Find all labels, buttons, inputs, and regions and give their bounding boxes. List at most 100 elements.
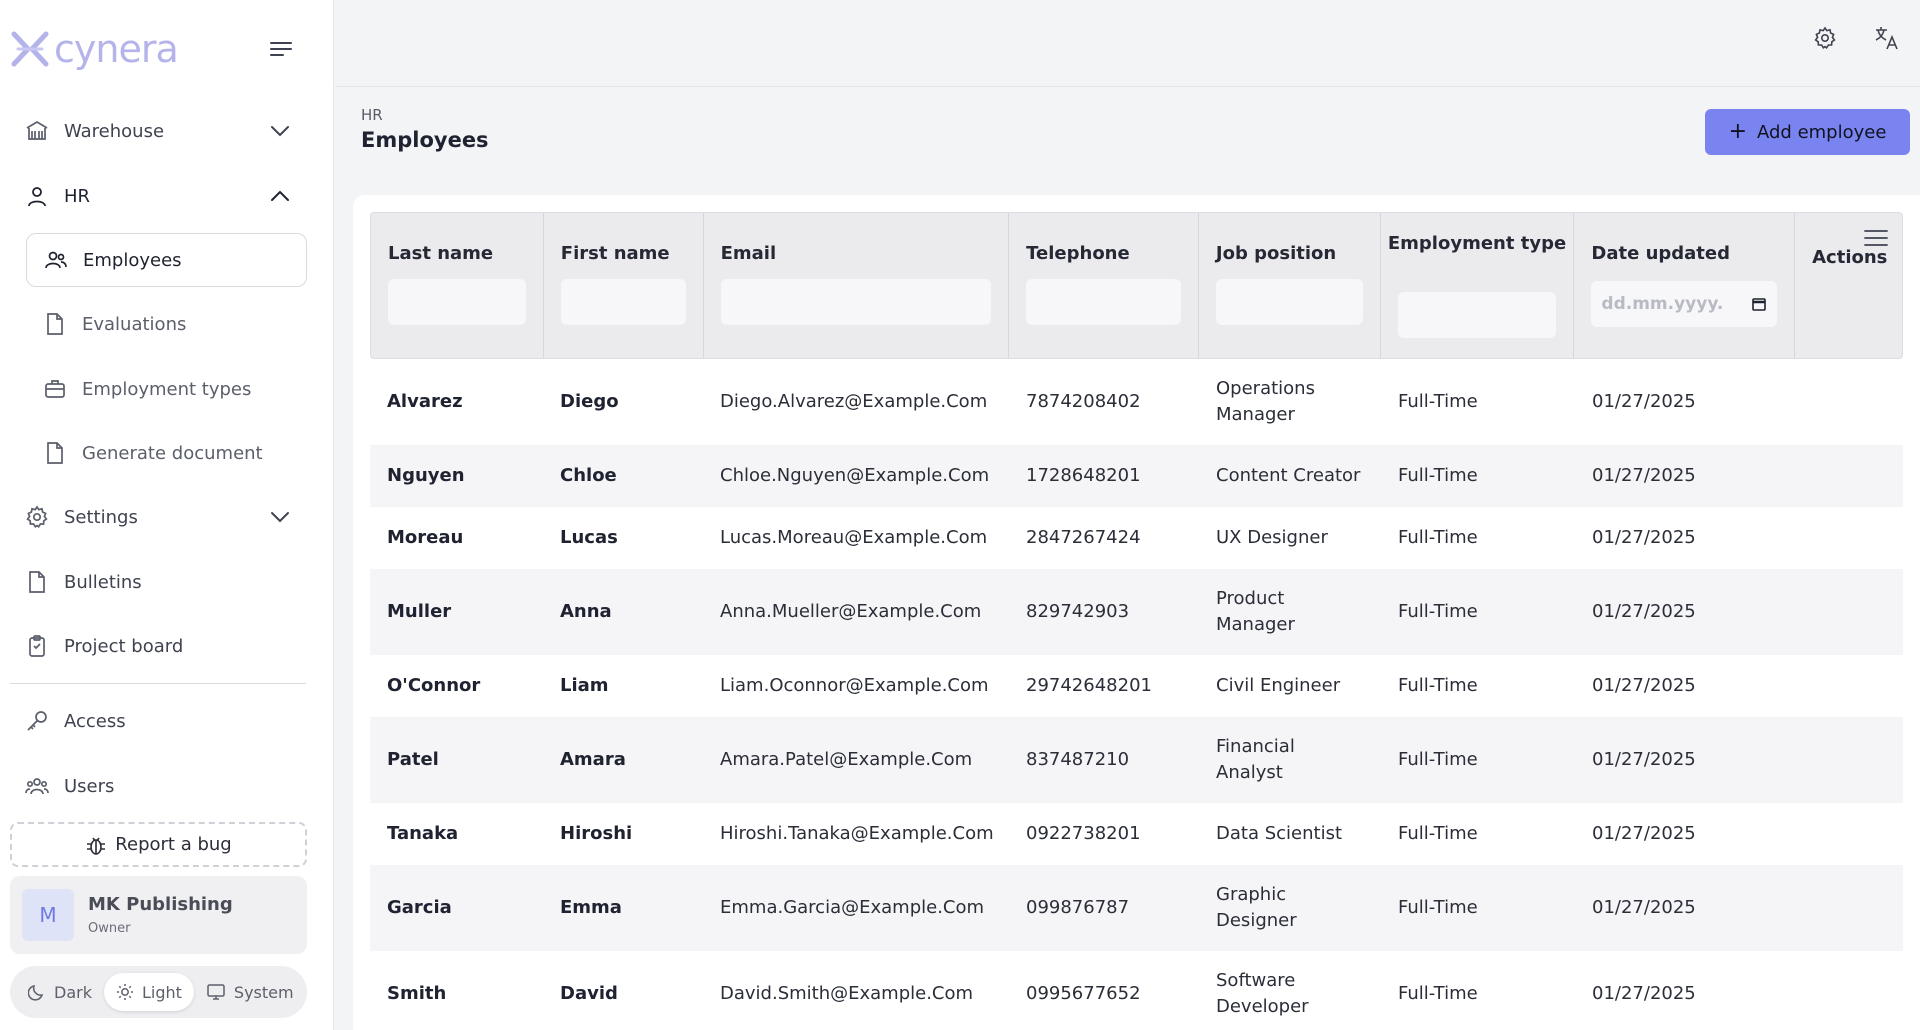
report-bug-button[interactable]: Report a bug xyxy=(10,822,307,867)
monitor-icon xyxy=(206,983,226,1001)
breadcrumb[interactable]: HR xyxy=(361,106,383,124)
sidebar-collapse-button[interactable] xyxy=(268,38,294,60)
table-row[interactable]: Nguyen Chloe Chloe.Nguyen@Example.Com 17286… xyxy=(370,445,1903,507)
theme-dark-option[interactable]: Dark xyxy=(16,973,104,1011)
sidebar-item-employees[interactable]: Employees xyxy=(26,233,307,287)
language-button[interactable] xyxy=(1871,22,1903,54)
column-menu-icon[interactable] xyxy=(1864,229,1888,252)
telephone-filter-input[interactable] xyxy=(1026,279,1181,325)
users-group-icon xyxy=(24,773,50,799)
theme-switcher: Dark Light System xyxy=(10,966,307,1018)
last-name-cell: O'Connor xyxy=(387,675,481,696)
employment-type-filter-input[interactable] xyxy=(1397,292,1557,338)
job-position-filter-input[interactable] xyxy=(1215,279,1363,325)
table-row[interactable]: Tanaka Hiroshi Hiroshi.Tanaka@Example.Com 0… xyxy=(370,803,1903,865)
employment-type-cell: Full-Time xyxy=(1398,527,1478,548)
column-header-label: Job position xyxy=(1215,243,1337,264)
cynera-logo-icon xyxy=(11,31,49,67)
telephone-cell: 7874208402 xyxy=(1026,391,1141,412)
date-filter-input[interactable]: dd.mm.yyyy. xyxy=(1591,281,1778,327)
employees-table: Last name First name Email Telephone Job… xyxy=(370,212,1903,1030)
table-row[interactable]: Patel Amara Amara.Patel@Example.Com 8374872… xyxy=(370,717,1903,803)
last-name-cell: Smith xyxy=(387,983,447,1004)
first-name-cell: Hiroshi xyxy=(560,823,633,844)
table-row[interactable]: Moreau Lucas Lucas.Moreau@Example.Com 28472… xyxy=(370,507,1903,569)
gear-icon xyxy=(1814,26,1836,49)
email-cell: Diego.Alvarez@Example.Com xyxy=(720,391,988,412)
job-position-cell: Graphic Designer xyxy=(1216,884,1297,931)
document-icon xyxy=(24,569,50,595)
table-row[interactable]: Alvarez Diego Diego.Alvarez@Example.Com 787… xyxy=(370,359,1903,445)
job-position-cell: Civil Engineer xyxy=(1216,675,1341,696)
last-name-filter-input[interactable] xyxy=(388,279,526,325)
sidebar-item-generate-document[interactable]: Generate document xyxy=(26,426,307,480)
column-email[interactable]: Email xyxy=(704,213,1010,358)
column-job-position[interactable]: Job position xyxy=(1199,213,1381,358)
table-row[interactable]: Garcia Emma Emma.Garcia@Example.Com 0998767… xyxy=(370,865,1903,951)
sun-icon xyxy=(116,983,134,1001)
sidebar-item-evaluations[interactable]: Evaluations xyxy=(26,297,307,351)
theme-light-option[interactable]: Light xyxy=(103,973,194,1011)
table-row[interactable]: Muller Anna Anna.Mueller@Example.Com 829742… xyxy=(370,569,1903,655)
sidebar-item-label: Project board xyxy=(64,635,184,657)
column-header-label: Date updated xyxy=(1591,243,1731,264)
cynera-logo[interactable]: cynera xyxy=(10,28,179,70)
sidebar-item-users[interactable]: Users xyxy=(24,762,298,810)
job-position-cell: Product Manager xyxy=(1216,588,1295,635)
sidebar-item-bulletins[interactable]: Bulletins xyxy=(24,558,298,606)
last-name-cell: Tanaka xyxy=(387,823,459,844)
sidebar-item-label: Evaluations xyxy=(82,313,187,335)
first-name-cell: Emma xyxy=(560,897,622,918)
first-name-cell: Liam xyxy=(560,675,609,696)
sidebar-item-hr[interactable]: HR xyxy=(24,172,298,220)
first-name-filter-input[interactable] xyxy=(560,279,686,325)
page-title: Employees xyxy=(361,128,489,152)
telephone-cell: 0995677652 xyxy=(1026,983,1141,1004)
sidebar-item-employment-types[interactable]: Employment types xyxy=(26,362,307,416)
sidebar-item-settings[interactable]: Settings xyxy=(24,493,298,541)
column-last-name[interactable]: Last name xyxy=(371,213,544,358)
sidebar-item-label: Bulletins xyxy=(64,571,142,593)
add-employee-label: Add employee xyxy=(1757,121,1887,143)
telephone-cell: 1728648201 xyxy=(1026,465,1141,486)
table-row[interactable]: Smith David David.Smith@Example.Com 0995677… xyxy=(370,951,1903,1030)
telephone-cell: 0922738201 xyxy=(1026,823,1141,844)
avatar: M xyxy=(22,889,74,941)
job-position-cell: Operations Manager xyxy=(1216,378,1315,425)
table-row[interactable]: O'Connor Liam Liam.Oconnor@Example.Com 2974… xyxy=(370,655,1903,717)
date-updated-cell: 01/27/2025 xyxy=(1592,675,1696,696)
users-icon xyxy=(43,247,69,273)
column-first-name[interactable]: First name xyxy=(544,213,704,358)
email-cell: Liam.Oconnor@Example.Com xyxy=(720,675,989,696)
employment-type-cell: Full-Time xyxy=(1398,823,1478,844)
gear-icon xyxy=(24,504,50,530)
theme-light-label: Light xyxy=(141,982,182,1002)
add-employee-button[interactable]: + Add employee xyxy=(1705,109,1910,155)
document-icon xyxy=(42,311,68,337)
sidebar-item-label: Employees xyxy=(83,249,182,271)
sidebar-item-project-board[interactable]: Project board xyxy=(24,622,298,670)
column-date-updated[interactable]: Date updated dd.mm.yyyy. xyxy=(1574,213,1796,358)
column-employment-type[interactable]: Employment type xyxy=(1381,213,1575,358)
organization-card[interactable]: M MK Publishing Owner xyxy=(10,876,307,954)
employment-type-cell: Full-Time xyxy=(1398,601,1478,622)
chevron-down-icon xyxy=(268,505,292,529)
plus-icon: + xyxy=(1728,119,1747,144)
sidebar-item-label: Generate document xyxy=(82,442,263,464)
employment-type-cell: Full-Time xyxy=(1398,983,1478,1004)
sidebar-item-warehouse[interactable]: Warehouse xyxy=(24,107,298,155)
calendar-icon[interactable] xyxy=(1751,296,1767,312)
sidebar-item-access[interactable]: Access xyxy=(24,697,298,745)
sidebar-item-label: Settings xyxy=(64,506,138,528)
settings-button[interactable] xyxy=(1809,22,1841,54)
email-cell: Anna.Mueller@Example.Com xyxy=(720,601,982,622)
theme-system-option[interactable]: System xyxy=(194,973,306,1011)
column-telephone[interactable]: Telephone xyxy=(1009,213,1199,358)
theme-system-label: System xyxy=(233,982,294,1002)
sidebar-item-label: Users xyxy=(64,775,115,797)
email-filter-input[interactable] xyxy=(720,279,992,325)
job-position-cell: Content Creator xyxy=(1216,465,1361,486)
email-cell: Amara.Patel@Example.Com xyxy=(720,749,973,770)
first-name-cell: David xyxy=(560,983,618,1004)
email-cell: Lucas.Moreau@Example.Com xyxy=(720,527,988,548)
